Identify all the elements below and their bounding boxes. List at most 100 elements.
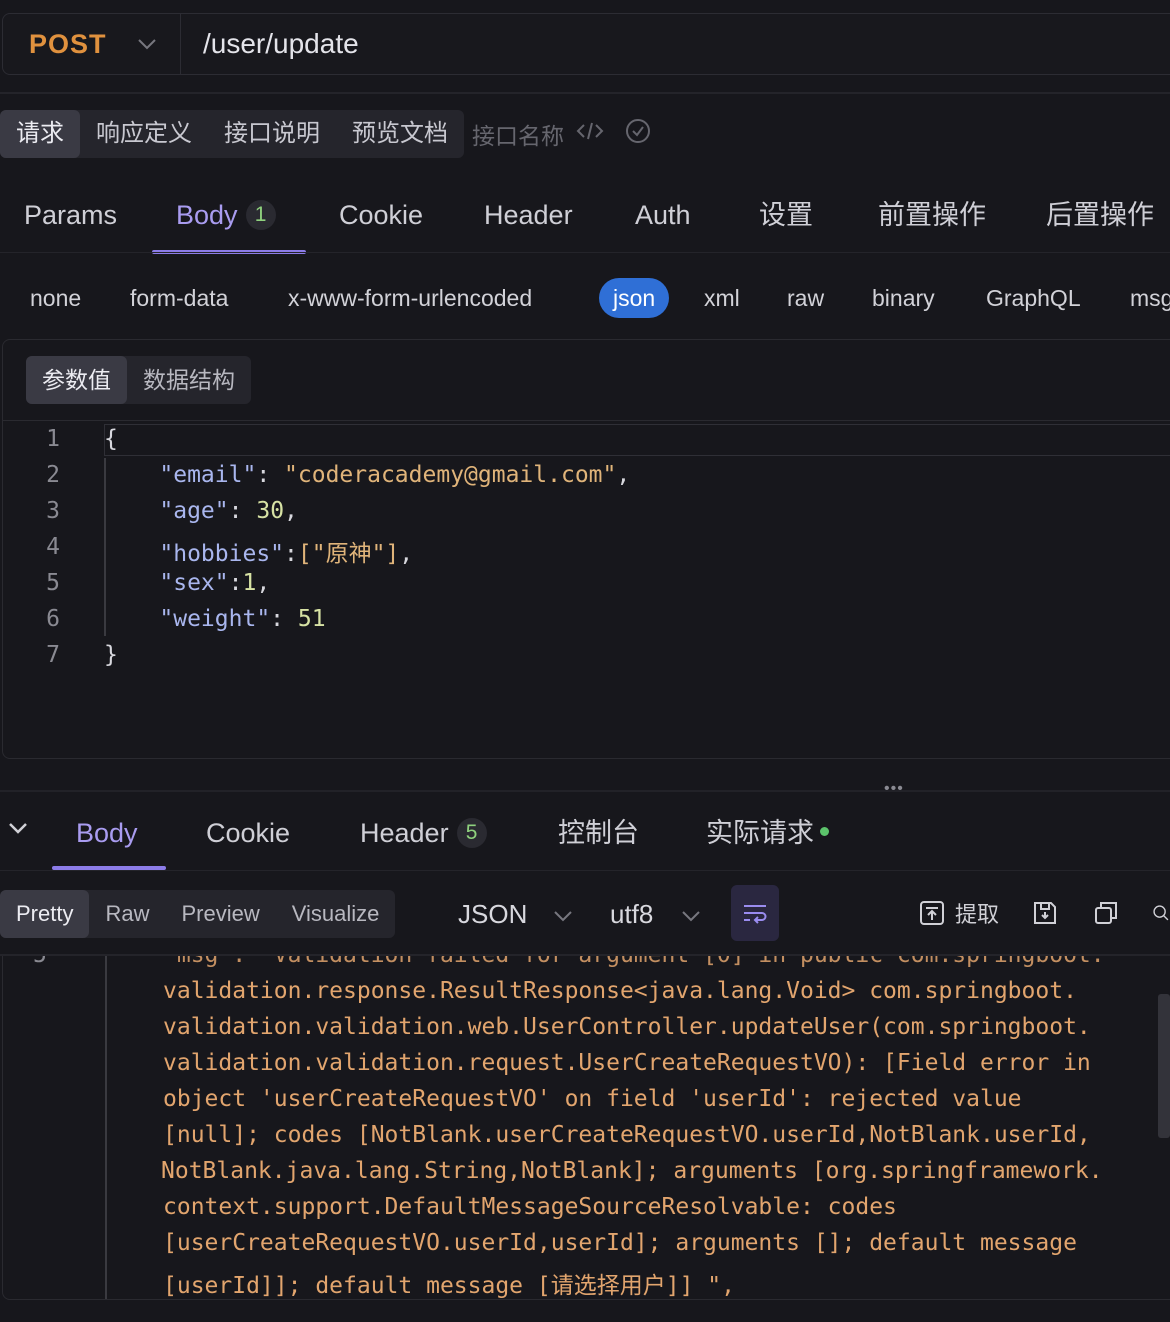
response-line: [null]; codes [NotBlank.userCreateReques… [163,1122,1091,1148]
tab-data-structure[interactable]: 数据结构 [127,356,251,404]
json-array-value: ["原神"] [297,541,400,567]
language-select[interactable]: JSON [458,890,573,938]
response-line: NotBlank.java.lang.String,NotBlank]; arg… [161,1158,1103,1184]
body-type-binary[interactable]: binary [872,278,935,318]
json-number-value: 1 [242,570,257,596]
sync-icon[interactable] [624,117,652,151]
response-format-tabs: Pretty Raw Preview Visualize [0,890,396,938]
request-tabs: Params Body 1 Cookie Header Auth 设置 前置操作 … [0,182,1170,254]
tab-param-values[interactable]: 参数值 [26,356,127,404]
brace-open: { [104,426,118,452]
save-response-button[interactable] [1032,897,1058,929]
language-value: JSON [458,899,528,929]
active-line-highlight [104,424,1170,456]
encoding-select[interactable]: utf8 [610,890,701,938]
chevron-down-icon [137,37,156,51]
tab-request[interactable]: 请求 [0,110,80,158]
divider [2,420,1170,421]
response-tab-header-label: Header [360,818,449,848]
body-type-raw[interactable]: raw [787,278,824,318]
response-body-viewer[interactable]: 5 "msg": "Validation failed for argument… [2,956,1170,1300]
response-tab-body[interactable]: Body [76,800,138,866]
line-number: 7 [46,642,60,668]
api-name-field[interactable]: 接口名称 [472,110,652,158]
encoding-value: utf8 [610,899,654,929]
line-number: 5 [33,956,47,968]
body-type-none[interactable]: none [30,278,81,318]
api-name-placeholder: 接口名称 [472,123,564,149]
line-number: 2 [46,462,60,488]
json-string-value: "coderacademy@gmail.com" [284,462,617,488]
search-button[interactable] [1152,897,1170,929]
code-line-4: "hobbies":["原神"], [159,541,414,567]
save-icon [1034,902,1056,924]
line-number: 3 [46,498,60,524]
drag-handle-icon[interactable]: ••• [884,781,904,797]
extract-icon [920,901,944,925]
code-line-5: "sex":1, [159,570,271,596]
response-line-partial: "msg": "Validation failed for argument [… [163,956,1105,968]
body-type-msgpack[interactable]: msg [1130,278,1170,318]
code-icon[interactable] [576,120,604,148]
body-type-urlencoded[interactable]: x-www-form-urlencoded [288,278,532,318]
body-badge: 1 [245,200,276,230]
copy-icon [1095,902,1117,924]
method-select[interactable]: POST [3,14,181,74]
format-raw[interactable]: Raw [89,890,165,938]
tab-params[interactable]: Params [24,182,117,254]
response-tab-actual-request[interactable]: 实际请求 [706,800,829,866]
tab-header[interactable]: Header [484,182,573,254]
json-key: "age" [159,498,229,524]
line-number: 1 [46,426,60,452]
tab-preview-doc[interactable]: 预览文档 [336,110,464,158]
code-line-3: "age": 30, [159,498,298,524]
tab-post-actions[interactable]: 后置操作 [1046,182,1154,254]
brace-close: } [104,642,118,668]
line-number: 5 [46,570,60,596]
extract-button[interactable]: 提取 [919,897,999,929]
response-tab-cookie[interactable]: Cookie [206,800,290,866]
format-visualize[interactable]: Visualize [276,890,396,938]
method-label: POST [29,28,107,59]
format-preview[interactable]: Preview [165,890,275,938]
extract-label: 提取 [955,902,1000,927]
json-number-value: 30 [256,498,285,524]
indent-guide [105,956,107,1299]
tab-api-description[interactable]: 接口说明 [208,110,336,158]
code-line-1: { [104,426,118,452]
response-line: [userCreateRequestVO.userId,userId]; arg… [163,1230,1077,1256]
tab-response-definition[interactable]: 响应定义 [80,110,208,158]
body-view-tabs: 参数值 数据结构 [26,356,251,404]
response-tab-actual-label: 实际请求 [706,818,814,848]
collapse-chevron-icon[interactable] [6,818,30,843]
copy-button[interactable] [1093,897,1119,929]
code-line-6: "weight": 51 [159,606,326,632]
tab-auth[interactable]: Auth [635,182,691,254]
response-line: validation.validation.request.UserCreate… [163,1050,1091,1076]
body-type-form-data[interactable]: form-data [130,278,228,318]
tab-settings[interactable]: 设置 [759,182,813,254]
line-number: 6 [46,606,60,632]
response-tab-header[interactable]: Header 5 [360,800,487,866]
tab-pre-actions[interactable]: 前置操作 [878,182,986,254]
status-dot-icon [820,827,829,836]
top-tabs: 请求 响应定义 接口说明 预览文档 [0,110,464,158]
body-type-graphql[interactable]: GraphQL [986,278,1081,318]
header-badge: 5 [456,818,487,848]
body-type-xml[interactable]: xml [704,278,740,318]
tab-body[interactable]: Body 1 [176,182,276,254]
line-number: 4 [46,534,60,560]
format-pretty[interactable]: Pretty [0,890,90,938]
json-key: "email" [159,462,257,488]
response-tab-console[interactable]: 控制台 [558,800,639,866]
tab-cookie[interactable]: Cookie [339,182,423,254]
tab-body-label: Body [176,200,238,230]
json-key: "hobbies" [159,541,285,567]
json-number-value: 51 [297,606,326,632]
scrollbar-thumb[interactable] [1158,994,1170,1138]
response-line: validation.validation.web.UserController… [163,1014,1091,1040]
wrap-lines-button[interactable] [731,885,779,941]
url-input[interactable]: /user/update [181,28,359,60]
response-line: [userId]]; default message [请选择用户]] ", [163,1273,735,1299]
body-type-json[interactable]: json [599,278,670,318]
